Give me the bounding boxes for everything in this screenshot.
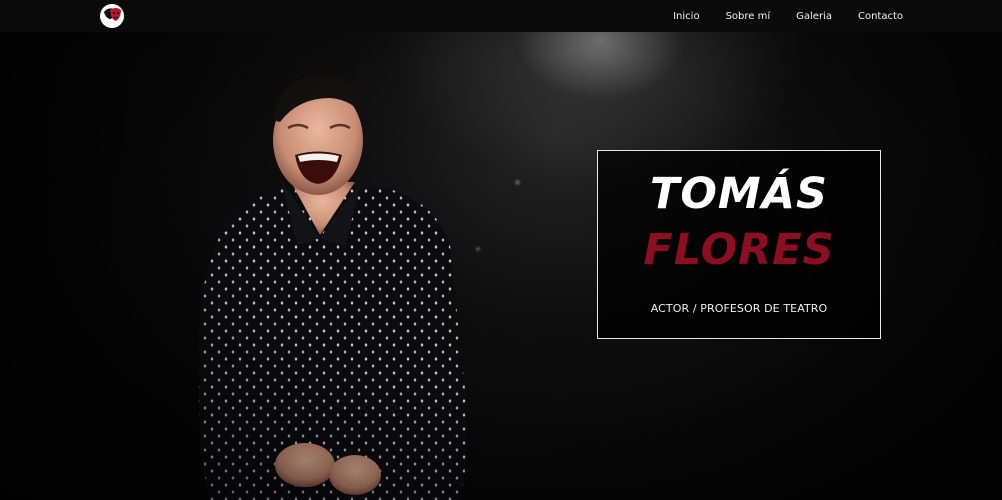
theater-mask-icon[interactable] [99, 3, 125, 29]
top-navbar: Inicio Sobre mí Galeria Contacto [0, 0, 1002, 32]
hero-page: Inicio Sobre mí Galeria Contacto TOMÁS F… [0, 0, 1002, 500]
nav-link-inicio[interactable]: Inicio [673, 11, 699, 22]
nav-link-sobre-mi[interactable]: Sobre mí [726, 11, 771, 22]
bokeh-light [515, 180, 520, 185]
hero-title-box: TOMÁS FLORES ACTOR / PROFESOR DE TEATRO [597, 150, 881, 339]
actor-photo [198, 75, 467, 500]
hero-subtitle: ACTOR / PROFESOR DE TEATRO [650, 302, 828, 315]
main-nav: Inicio Sobre mí Galeria Contacto [647, 0, 903, 32]
hero-last-name: FLORES [643, 225, 835, 275]
nav-link-contacto[interactable]: Contacto [858, 11, 903, 22]
nav-link-galeria[interactable]: Galeria [796, 11, 832, 22]
hero-first-name: TOMÁS [650, 169, 828, 219]
